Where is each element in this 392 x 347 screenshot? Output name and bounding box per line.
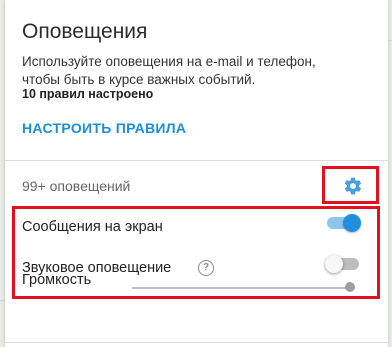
panel-title: Оповещения	[22, 20, 148, 43]
footer-divider	[5, 342, 388, 343]
header-divider	[5, 160, 388, 161]
screen-messages-label: Сообщения на экран	[22, 219, 163, 235]
notifications-count: 99+ оповещений	[22, 178, 131, 194]
configure-rules-link[interactable]: НАСТРОИТЬ ПРАВИЛА	[22, 120, 186, 136]
screen-messages-toggle[interactable]	[327, 214, 361, 232]
volume-slider-thumb[interactable]	[345, 282, 355, 292]
rules-count: 10 правил настроено	[22, 87, 154, 101]
panel-description: Используйте оповещения на e-mail и телеф…	[22, 54, 316, 87]
toggle-knob	[343, 214, 361, 232]
help-icon[interactable]: ?	[198, 260, 214, 276]
gear-icon[interactable]	[343, 176, 363, 196]
toggle-knob	[325, 255, 343, 273]
sound-alert-toggle[interactable]	[325, 255, 361, 273]
volume-label: Громкость	[22, 272, 92, 288]
volume-slider-track[interactable]	[132, 287, 350, 289]
